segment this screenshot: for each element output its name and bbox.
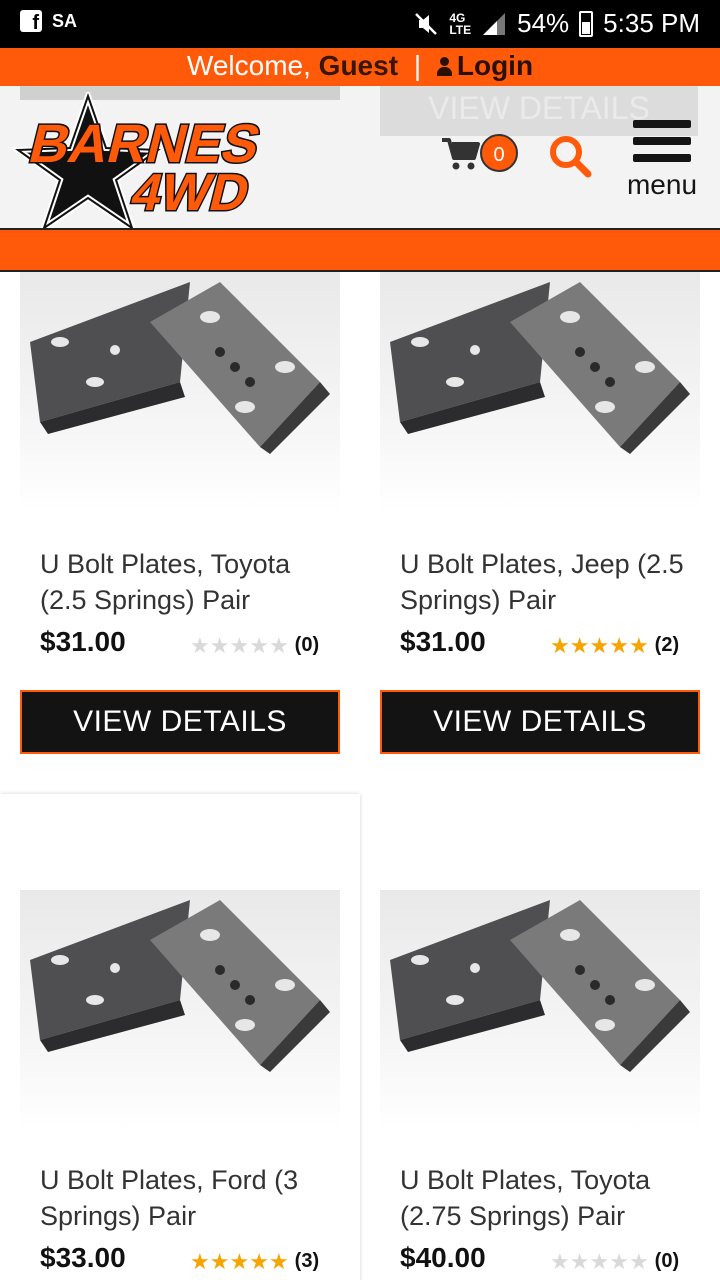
star-icon: ★ [628, 632, 649, 658]
star-icon: ★ [268, 1248, 289, 1274]
hamburger-icon-bar [633, 154, 691, 162]
welcome-bar: Welcome, Guest | Login [0, 48, 720, 86]
product-price: $31.00 [400, 626, 486, 657]
star-icon: ★ [209, 632, 230, 658]
star-icon: ★ [229, 1248, 250, 1274]
product-image[interactable] [20, 272, 340, 512]
nav-strip [0, 228, 720, 272]
barnes-4wd-logo[interactable]: BARNES 4WD [8, 92, 308, 228]
clock: 5:35 PM [603, 8, 700, 38]
logo-text-4wd: 4WD [126, 164, 256, 222]
product-card: U Bolt Plates, Toyota (2.75 Springs) Pai… [360, 794, 720, 1280]
review-count[interactable]: (0) [655, 1250, 679, 1273]
facebook-icon [20, 10, 42, 35]
network-subtype: LTE [449, 22, 472, 37]
u-bolt-plates-icon [30, 900, 330, 1072]
login-label: Login [456, 50, 534, 81]
site-header: VIEW DETAILS BARNES 4WD 0 menu [0, 86, 720, 228]
menu-label: menu [626, 169, 698, 200]
view-details-button[interactable]: VIEW DETAILS [380, 690, 700, 754]
status-left: SA [20, 10, 78, 35]
product-card: U Bolt Plates, Ford (3 Springs) Pair $33… [0, 794, 360, 1280]
battery-percent: 54% [517, 8, 570, 38]
star-icon: ★ [609, 632, 629, 658]
separator: | [413, 50, 422, 81]
review-count[interactable]: (2) [655, 634, 679, 657]
star-icon: ★ [589, 1248, 610, 1274]
welcome-text: Welcome, [186, 50, 311, 81]
login-link[interactable]: Login [436, 50, 534, 81]
product-image[interactable] [380, 890, 700, 1130]
star-icon: ★ [190, 1248, 210, 1274]
u-bolt-plates-icon [390, 282, 690, 454]
rating-stars: ★ ★ ★ ★ ★ (2) [550, 634, 679, 657]
star-icon: ★ [569, 1248, 590, 1274]
product-card: U Bolt Plates, Jeep (2.5 Springs) Pair $… [360, 272, 720, 772]
hamburger-icon-bar [633, 120, 691, 128]
product-image[interactable] [20, 890, 340, 1130]
star-icon: ★ [229, 632, 250, 658]
view-details-button[interactable]: VIEW DETAILS [20, 690, 340, 754]
battery-icon [579, 10, 594, 37]
star-icon: ★ [209, 1248, 230, 1274]
star-icon: ★ [249, 1248, 269, 1274]
rating-stars: ★ ★ ★ ★ ★ (3) [190, 1250, 319, 1273]
user-icon [436, 57, 452, 77]
product-grid: U Bolt Plates, Toyota (2.5 Springs) Pair… [0, 272, 720, 1280]
review-count[interactable]: (0) [295, 634, 319, 657]
status-bar: SA 4G LTE 54% 5:35 PM [0, 0, 720, 48]
star-icon: ★ [628, 1248, 649, 1274]
product-card: U Bolt Plates, Toyota (2.5 Springs) Pair… [0, 272, 360, 772]
star-icon: ★ [550, 1248, 570, 1274]
cart-icon[interactable] [440, 136, 480, 172]
status-right: 4G LTE 54% 5:35 PM [413, 8, 700, 39]
product-title[interactable]: U Bolt Plates, Ford (3 Springs) Pair [40, 1162, 340, 1234]
product-title[interactable]: U Bolt Plates, Jeep (2.5 Springs) Pair [400, 546, 700, 618]
star-icon: ★ [190, 632, 210, 658]
product-price: $31.00 [40, 626, 126, 657]
product-title[interactable]: U Bolt Plates, Toyota (2.5 Springs) Pair [40, 546, 340, 618]
star-icon: ★ [569, 632, 590, 658]
star-icon: ★ [249, 632, 269, 658]
rating-stars: ★ ★ ★ ★ ★ (0) [190, 634, 319, 657]
star-icon: ★ [550, 632, 570, 658]
product-price: $40.00 [400, 1242, 486, 1273]
u-bolt-plates-icon [390, 900, 690, 1072]
guest-name: Guest [318, 50, 399, 81]
hamburger-icon-bar [633, 137, 691, 145]
product-image[interactable] [380, 272, 700, 512]
rating-stars: ★ ★ ★ ★ ★ (0) [550, 1250, 679, 1273]
star-icon: ★ [589, 632, 610, 658]
review-count[interactable]: (3) [295, 1250, 319, 1273]
product-price: $33.00 [40, 1242, 126, 1273]
signal-icon [483, 12, 506, 35]
carrier-label: SA [52, 10, 78, 31]
network-indicator: 4G LTE [449, 12, 471, 36]
mute-icon [415, 12, 438, 35]
cart-count-badge[interactable]: 0 [480, 134, 518, 172]
menu-button[interactable]: menu [622, 120, 702, 210]
product-title[interactable]: U Bolt Plates, Toyota (2.75 Springs) Pai… [400, 1162, 700, 1234]
star-icon: ★ [609, 1248, 629, 1274]
u-bolt-plates-icon [30, 282, 330, 454]
search-icon[interactable] [548, 134, 592, 178]
star-icon: ★ [268, 632, 289, 658]
